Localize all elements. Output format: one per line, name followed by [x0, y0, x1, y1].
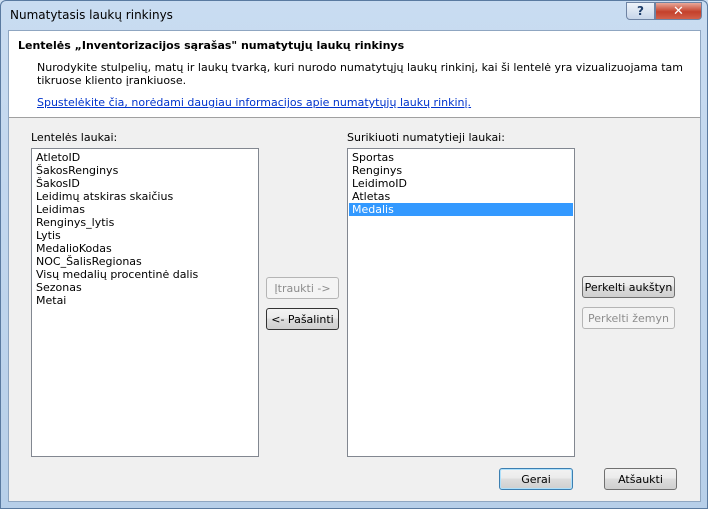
title-bar[interactable]: Numatytasis laukų rinkinys ? ✕	[1, 1, 707, 29]
table-fields-list[interactable]: AtletoID ŠakosRenginys ŠakosID Leidimų atsk…	[31, 148, 259, 457]
header-panel: Lentelės „Inventorizacijos sąrašas" numa…	[9, 31, 700, 118]
dialog-window: Numatytasis laukų rinkinys ? ✕ Lentelės …	[0, 0, 708, 509]
remove-button[interactable]: <- Pašalinti	[266, 308, 339, 330]
help-icon: ?	[637, 4, 644, 18]
move-down-button[interactable]: Perkelti žemyn	[582, 307, 675, 329]
list-item[interactable]: Leidimų atskiras skaičius	[33, 190, 257, 203]
list-item[interactable]: Medalis	[349, 203, 573, 216]
header-description: Nurodykite stulpelių, matų ir laukų tvar…	[37, 61, 683, 87]
list-item[interactable]: Visų medalių procentinė dalis	[33, 268, 257, 281]
close-icon: ✕	[673, 3, 684, 19]
list-item[interactable]: NOC_ŠalisRegionas	[33, 255, 257, 268]
header-title: Lentelės „Inventorizacijos sąrašas" numa…	[18, 39, 405, 52]
list-item[interactable]: Sportas	[349, 151, 573, 164]
ok-button[interactable]: Gerai	[499, 468, 573, 490]
table-fields-label: Lentelės laukai:	[31, 131, 118, 144]
sorted-fields-list[interactable]: Sportas Renginys LeidimoID Atletas Medalis	[347, 148, 575, 457]
list-item[interactable]: Leidimas	[33, 203, 257, 216]
add-button[interactable]: Įtraukti ->	[266, 277, 339, 299]
list-item[interactable]: LeidimoID	[349, 177, 573, 190]
list-item[interactable]: ŠakosRenginys	[33, 164, 257, 177]
list-item[interactable]: Renginys	[349, 164, 573, 177]
help-link[interactable]: Spustelėkite čia, norėdami daugiau infor…	[37, 96, 471, 109]
list-item[interactable]: MedalioKodas	[33, 242, 257, 255]
list-item[interactable]: Metai	[33, 294, 257, 307]
list-item[interactable]: Sezonas	[33, 281, 257, 294]
move-up-button[interactable]: Perkelti aukštyn	[582, 276, 675, 298]
list-item[interactable]: Renginys_lytis	[33, 216, 257, 229]
close-button[interactable]: ✕	[655, 2, 702, 20]
help-button[interactable]: ?	[626, 2, 655, 20]
dialog-body: Lentelės „Inventorizacijos sąrašas" numa…	[8, 30, 701, 502]
list-item[interactable]: ŠakosID	[33, 177, 257, 190]
list-item[interactable]: Lytis	[33, 229, 257, 242]
list-item[interactable]: Atletas	[349, 190, 573, 203]
sorted-fields-label: Surikiuoti numatytieji laukai:	[347, 131, 505, 144]
cancel-button[interactable]: Atšaukti	[604, 468, 677, 490]
list-item[interactable]: AtletoID	[33, 151, 257, 164]
window-title: Numatytasis laukų rinkinys	[10, 8, 173, 22]
